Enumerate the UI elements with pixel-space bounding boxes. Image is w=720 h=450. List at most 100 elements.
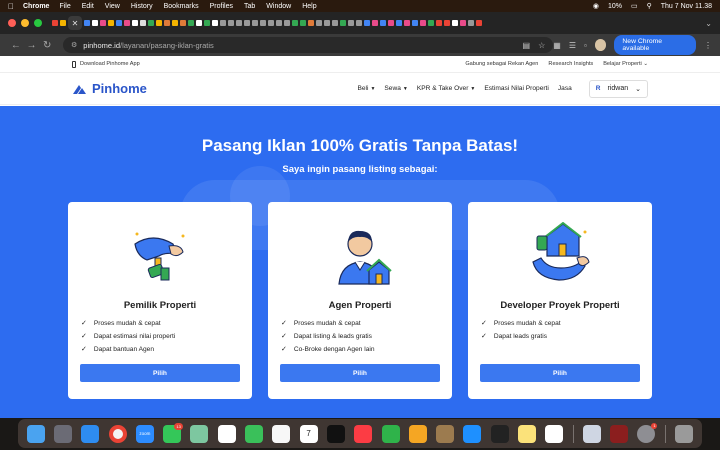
user-menu[interactable]: R ridwan ⌄: [588, 79, 648, 98]
tab-favicon[interactable]: [332, 20, 338, 26]
tab-favicon[interactable]: [140, 20, 146, 26]
battery-icon[interactable]: ▭: [631, 2, 638, 10]
back-arrow-icon[interactable]: ←: [8, 40, 24, 51]
tab-favicon[interactable]: [476, 20, 482, 26]
tab-favicon[interactable]: [260, 20, 266, 26]
messages-icon[interactable]: 13: [163, 422, 184, 443]
menu-file[interactable]: File: [59, 3, 70, 10]
tab-favicon[interactable]: [84, 20, 90, 26]
extensions-icon[interactable]: ▦: [553, 41, 561, 50]
more-menu-icon[interactable]: ⋮: [704, 41, 712, 50]
tab-favicon[interactable]: [388, 20, 394, 26]
tab-favicon[interactable]: [372, 20, 378, 26]
nav-kpr[interactable]: KPR & Take Over ▼: [417, 85, 476, 92]
nav-estimasi[interactable]: Estimasi Nilai Properti: [484, 85, 549, 92]
tab-favicon[interactable]: [364, 20, 370, 26]
pinhome-logo[interactable]: Pinhome: [72, 81, 147, 96]
clock[interactable]: Thu 7 Nov 11.38: [661, 3, 712, 10]
tab-favicon[interactable]: [204, 20, 210, 26]
tab-favicon[interactable]: [380, 20, 386, 26]
apple-icon[interactable]: : [8, 2, 14, 11]
tab-favicon[interactable]: [428, 20, 434, 26]
side-panel-icon[interactable]: ▫: [584, 41, 587, 50]
tab-favicon[interactable]: [116, 20, 122, 26]
search-icon[interactable]: ⚲: [647, 2, 652, 10]
nav-sewa[interactable]: Sewa ▼: [384, 85, 407, 92]
minimize-window-button[interactable]: [21, 19, 29, 27]
tab-favicon[interactable]: [348, 20, 354, 26]
zoom-icon[interactable]: zoom: [135, 424, 154, 443]
tab-search-chevron-icon[interactable]: ⌄: [705, 19, 712, 28]
appstore-icon[interactable]: [463, 424, 482, 443]
tab-favicon[interactable]: [188, 20, 194, 26]
menu-help[interactable]: Help: [302, 3, 316, 10]
menu-bookmarks[interactable]: Bookmarks: [164, 3, 199, 10]
figma-icon[interactable]: [490, 424, 509, 443]
tab-favicon[interactable]: [404, 20, 410, 26]
tab-favicon[interactable]: [452, 20, 458, 26]
tab-favicon[interactable]: [172, 20, 178, 26]
zoom-window-button[interactable]: [34, 19, 42, 27]
tab-favicon[interactable]: [236, 20, 242, 26]
translate-icon[interactable]: ▤: [523, 41, 531, 50]
learn-property-link[interactable]: Belajar Properti ⌄: [603, 61, 648, 67]
tab-favicon[interactable]: [340, 20, 346, 26]
tab-favicon[interactable]: [108, 20, 114, 26]
forward-arrow-icon[interactable]: →: [24, 40, 40, 51]
photos-icon[interactable]: [217, 424, 236, 443]
join-agent-link[interactable]: Gabung sebagai Rekan Agen: [465, 61, 538, 67]
menu-view[interactable]: View: [105, 3, 120, 10]
screenshot-icon[interactable]: [582, 424, 601, 443]
finder-icon[interactable]: [26, 424, 45, 443]
tab-favicon[interactable]: [92, 20, 98, 26]
chrome-icon[interactable]: [108, 424, 127, 443]
menu-profiles[interactable]: Profiles: [210, 3, 233, 10]
site-info-icon[interactable]: ⚙: [71, 41, 77, 49]
music-icon[interactable]: [354, 424, 373, 443]
launchpad-icon[interactable]: [53, 424, 72, 443]
tab-favicon[interactable]: [276, 20, 282, 26]
tab-favicon[interactable]: [252, 20, 258, 26]
tab-favicon[interactable]: [148, 20, 154, 26]
nav-jasa[interactable]: Jasa: [558, 85, 572, 92]
pages-icon[interactable]: [408, 424, 427, 443]
menu-window[interactable]: Window: [266, 3, 291, 10]
menu-app-name[interactable]: Chrome: [23, 3, 49, 10]
freeform-icon[interactable]: [545, 424, 564, 443]
tab-favicon[interactable]: [396, 20, 402, 26]
tab-favicon[interactable]: [356, 20, 362, 26]
trash-icon[interactable]: [675, 424, 694, 443]
battery-percent[interactable]: 10%: [608, 3, 622, 10]
tab-favicon[interactable]: [180, 20, 186, 26]
preview-icon[interactable]: [436, 424, 455, 443]
menu-edit[interactable]: Edit: [82, 3, 94, 10]
wifi-icon[interactable]: ◉: [593, 2, 599, 10]
safari-icon[interactable]: [81, 424, 100, 443]
pilih-button-agen[interactable]: Pilih: [280, 364, 440, 382]
nav-beli[interactable]: Beli ▼: [357, 85, 375, 92]
tab-favicon[interactable]: [132, 20, 138, 26]
tab-favicon[interactable]: [100, 20, 106, 26]
pilih-button-developer[interactable]: Pilih: [480, 364, 640, 382]
tab-favicon[interactable]: [308, 20, 314, 26]
tab-favicon[interactable]: [300, 20, 306, 26]
calendar-icon[interactable]: 7: [299, 424, 318, 443]
appletv-icon[interactable]: [326, 424, 345, 443]
research-insights-link[interactable]: Research Insights: [548, 61, 593, 67]
tab-favicon[interactable]: [292, 20, 298, 26]
tab-favicon[interactable]: [284, 20, 290, 26]
bookmark-star-icon[interactable]: ☆: [538, 41, 545, 50]
tab-favicon[interactable]: [244, 20, 250, 26]
url-bar[interactable]: ⚙ pinhome.id/layanan/pasang-iklan-gratis…: [63, 37, 554, 53]
tab-favicon[interactable]: [324, 20, 330, 26]
tab-favicon[interactable]: [196, 20, 202, 26]
reload-icon[interactable]: ↻: [39, 40, 55, 51]
tab-favicon[interactable]: [228, 20, 234, 26]
menu-history[interactable]: History: [131, 3, 153, 10]
media-icon[interactable]: ☰: [569, 41, 576, 50]
menu-tab[interactable]: Tab: [244, 3, 255, 10]
tab-favicon[interactable]: [444, 20, 450, 26]
tab-favicon[interactable]: [268, 20, 274, 26]
new-chrome-available-button[interactable]: New Chrome available: [614, 35, 696, 55]
notes-icon[interactable]: [517, 424, 536, 443]
